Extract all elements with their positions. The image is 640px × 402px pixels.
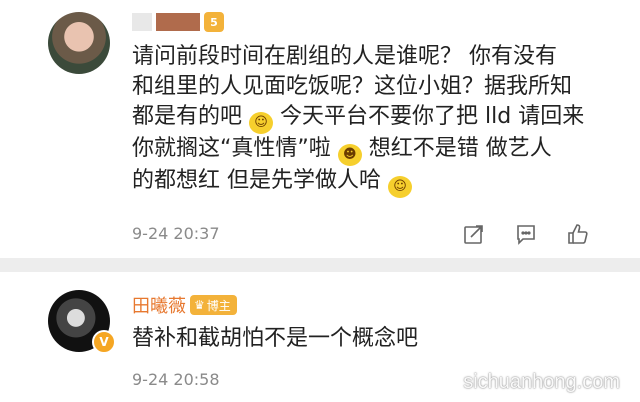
username-blurred[interactable]: 5 xyxy=(132,12,224,32)
level-badge: 5 xyxy=(204,12,224,32)
like-icon[interactable] xyxy=(566,222,590,246)
username[interactable]: 田曦薇 ♛ 博主 xyxy=(132,292,237,318)
comment-line: 的都想红 但是先学做人哈 ☺ xyxy=(132,166,602,198)
grin-emoji-icon: ☺ xyxy=(249,112,274,134)
comment-text-segment: 今天平台不要你了把 lld 请回来 xyxy=(280,104,585,129)
watermark: sichuanhong.com xyxy=(463,371,620,393)
comment-line: 你就搁这“真性情”啦 ☻ 想红不是错 做艺人 xyxy=(132,134,602,166)
blur-block xyxy=(132,13,152,31)
smirk-emoji-icon: ☻ xyxy=(337,144,362,166)
username-text: 田曦薇 xyxy=(132,296,186,317)
blogger-badge-label: 博主 xyxy=(206,298,231,313)
comment-text-segment: 你就搁这“真性情”啦 xyxy=(132,136,331,161)
comment-line: 请问前段时间在剧组的人是谁呢？ 你有没有 xyxy=(132,44,557,69)
crown-icon: ♛ xyxy=(194,298,205,312)
comment-1: 5 请问前段时间在剧组的人是谁呢？ 你有没有 和组里的人见面吃饭呢？这位小姐？据… xyxy=(0,0,640,258)
comment-icon[interactable] xyxy=(514,222,538,246)
comment-2: V 田曦薇 ♛ 博主 替补和截胡怕不是一个概念吧 9-24 20:58 sich… xyxy=(0,272,640,402)
comment-text-segment: 的都想红 但是先学做人哈 xyxy=(132,168,381,193)
grin-emoji-icon: ☺ xyxy=(388,176,412,198)
blur-block xyxy=(156,13,200,31)
share-icon[interactable] xyxy=(462,222,486,246)
timestamp: 9-24 20:58 xyxy=(132,370,220,389)
comment-text-segment: 想红不是错 做艺人 xyxy=(368,136,552,161)
comment-text: 请问前段时间在剧组的人是谁呢？ 你有没有 和组里的人见面吃饭呢？这位小姐？据我所… xyxy=(132,42,602,198)
comment-line: 和组里的人见面吃饭呢？这位小姐？据我所知 xyxy=(132,74,573,99)
avatar[interactable] xyxy=(48,12,110,74)
comment-text-segment: 都是有的吧 xyxy=(132,104,243,129)
verified-badge-icon: V xyxy=(92,330,116,354)
comment-line: 都是有的吧 ☺ 今天平台不要你了把 lld 请回来 xyxy=(132,102,602,134)
timestamp: 9-24 20:37 xyxy=(132,224,220,243)
divider xyxy=(0,258,640,272)
comment-text: 替补和截胡怕不是一个概念吧 xyxy=(132,326,419,351)
blogger-badge: ♛ 博主 xyxy=(190,295,237,315)
